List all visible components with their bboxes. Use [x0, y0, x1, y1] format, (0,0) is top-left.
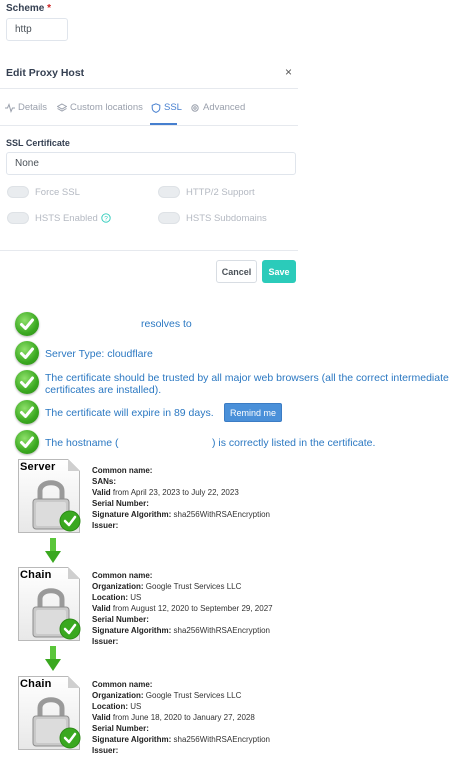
hsts-enabled-toggle[interactable]: HSTS Enabled ? — [7, 212, 111, 224]
cert-line: Signature Algorithm: sha256WithRSAEncryp… — [92, 510, 270, 519]
chain-certificate-icon: Chain — [18, 676, 84, 752]
tab-details[interactable]: Details — [5, 102, 47, 113]
help-icon[interactable]: ? — [101, 213, 111, 223]
padlock-icon — [32, 480, 81, 532]
required-mark: * — [47, 3, 52, 14]
trust-text: The certificate should be trusted by all… — [45, 372, 449, 396]
check-icon — [15, 400, 39, 424]
divider — [0, 88, 298, 89]
redacted-hostname — [122, 435, 210, 449]
cert-line: Issuer: — [92, 521, 119, 530]
cert-line: Valid from April 23, 2023 to July 22, 20… — [92, 488, 239, 497]
expiry-text: The certificate will expire in 89 days. — [45, 407, 214, 419]
http2-support-toggle[interactable]: HTTP/2 Support — [158, 186, 255, 198]
hsts-subdomains-toggle[interactable]: HSTS Subdomains — [158, 212, 267, 224]
check-icon — [15, 341, 39, 365]
redacted-hostname — [45, 317, 139, 331]
cert-line: Signature Algorithm: sha256WithRSAEncryp… — [92, 626, 270, 635]
server-type-text: Server Type: cloudflare — [45, 348, 153, 360]
remind-me-button[interactable]: Remind me — [224, 403, 282, 422]
hostname-text-start: The hostname ( — [45, 437, 119, 449]
tab-ssl[interactable]: SSL — [151, 102, 182, 113]
toggle-switch[interactable] — [158, 186, 180, 198]
toggle-switch[interactable] — [158, 212, 180, 224]
cert-tag: Server — [20, 461, 56, 473]
tab-advanced[interactable]: Advanced — [190, 102, 245, 113]
padlock-icon — [32, 588, 81, 640]
arrow-down-icon — [45, 646, 61, 671]
ssl-certificate-select[interactable]: None — [6, 152, 296, 175]
cert-line: Serial Number: — [92, 615, 149, 624]
scheme-label: Scheme * — [6, 3, 52, 14]
modal-title: Edit Proxy Host — [6, 67, 85, 79]
cert-line: Issuer: — [92, 746, 119, 755]
cert-line: Serial Number: — [92, 724, 149, 733]
check-icon — [15, 430, 39, 454]
cert-tag: Chain — [20, 678, 52, 690]
ssl-certificate-label: SSL Certificate — [6, 138, 70, 148]
hostname-text-end: ) is correctly listed in the certificate… — [212, 437, 376, 449]
cert-line: Common name: — [92, 571, 153, 580]
cert-line: Organization: Google Trust Services LLC — [92, 582, 242, 591]
check-icon — [15, 312, 39, 336]
cert-line: Signature Algorithm: sha256WithRSAEncryp… — [92, 735, 270, 744]
cert-line: Common name: — [92, 466, 153, 475]
svg-text:?: ? — [104, 216, 108, 223]
shield-icon — [151, 102, 161, 113]
pulse-icon — [5, 102, 15, 113]
cancel-button[interactable]: Cancel — [216, 260, 257, 283]
chain-certificate-details: Common name: Organization: Google Trust … — [92, 570, 273, 647]
layers-icon — [57, 102, 67, 112]
cert-line: Common name: — [92, 680, 153, 689]
check-icon — [15, 370, 39, 394]
tab-custom-locations[interactable]: Custom locations — [57, 102, 143, 113]
toggle-switch[interactable] — [7, 212, 29, 224]
chain-certificate-details: Common name: Organization: Google Trust … — [92, 679, 270, 756]
server-certificate-details: Common name: SANs: Valid from April 23, … — [92, 465, 270, 531]
close-icon[interactable]: × — [285, 65, 292, 79]
padlock-icon — [32, 697, 81, 749]
cert-line: Valid from August 12, 2020 to September … — [92, 604, 273, 613]
footer-divider — [0, 250, 298, 251]
cert-line: Serial Number: — [92, 499, 149, 508]
cert-line: Organization: Google Trust Services LLC — [92, 691, 242, 700]
resolves-text: resolves to — [141, 318, 192, 330]
cert-line: Location: US — [92, 702, 142, 711]
tabs-divider — [0, 125, 298, 126]
arrow-down-icon — [45, 538, 61, 563]
cert-line: SANs: — [92, 477, 117, 486]
chain-certificate-icon: Chain — [18, 567, 84, 643]
save-button[interactable]: Save — [262, 260, 296, 283]
toggle-switch[interactable] — [7, 186, 29, 198]
force-ssl-toggle[interactable]: Force SSL — [7, 186, 80, 198]
cert-tag: Chain — [20, 569, 52, 581]
server-certificate-icon: Server — [18, 459, 84, 535]
gear-icon — [191, 103, 199, 112]
cert-line: Location: US — [92, 593, 142, 602]
cert-line: Issuer: — [92, 637, 119, 646]
cert-line: Valid from June 18, 2020 to January 27, … — [92, 713, 255, 722]
scheme-input[interactable]: http — [6, 18, 68, 41]
